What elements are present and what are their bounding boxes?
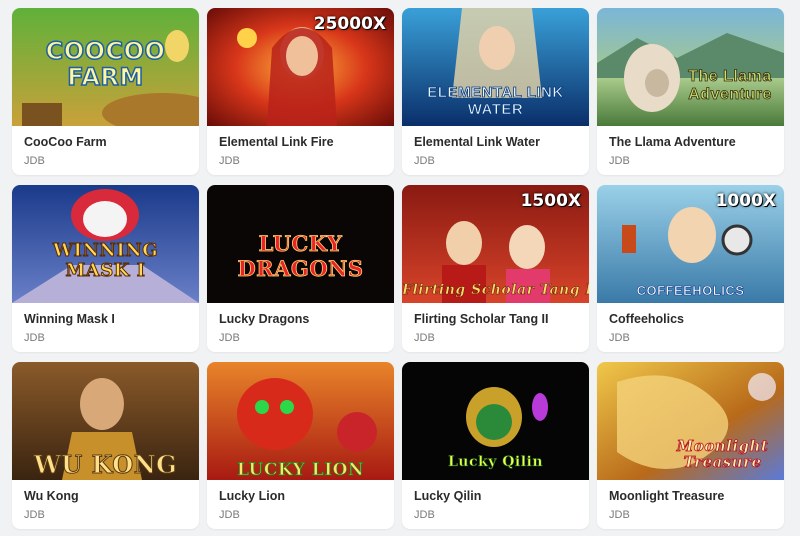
game-art-title: WU KONG <box>33 450 178 480</box>
game-name[interactable]: Winning Mask I <box>24 312 187 326</box>
game-card-the-llama-adventure[interactable]: The Llama Adventure The Llama Adventure … <box>597 8 784 175</box>
game-provider: JDB <box>24 509 45 521</box>
multiplier-badge: 1500X <box>520 191 581 211</box>
game-provider: JDB <box>414 155 435 167</box>
game-provider: JDB <box>219 332 240 344</box>
game-name[interactable]: Elemental Link Fire <box>219 135 382 149</box>
game-thumbnail[interactable]: Moonlight Treasure <box>597 362 784 480</box>
game-grid: COOCOO FARM CooCoo Farm JDB 25000X Eleme… <box>12 8 784 529</box>
game-art-title: Flirting Scholar Tang II <box>402 282 589 299</box>
game-provider: JDB <box>219 155 240 167</box>
game-name[interactable]: Coffeeholics <box>609 312 772 326</box>
game-thumbnail[interactable]: ELEMENTAL LINK WATER <box>402 8 589 126</box>
game-provider: JDB <box>414 509 435 521</box>
game-name[interactable]: Moonlight Treasure <box>609 489 772 503</box>
game-name[interactable]: CooCoo Farm <box>24 135 187 149</box>
game-art-title: LUCKY LION <box>236 460 364 480</box>
game-card-lucky-qilin[interactable]: Lucky Qilin Lucky Qilin JDB <box>402 362 589 529</box>
game-art-title: The Llama Adventure <box>688 68 772 104</box>
game-card-coffeeholics[interactable]: 1000X COFFEEHOLICS Coffeeholics JDB <box>597 185 784 352</box>
game-card-elemental-link-fire[interactable]: 25000X Elemental Link Fire JDB <box>207 8 394 175</box>
game-provider: JDB <box>24 155 45 167</box>
game-thumbnail[interactable]: 1500X Flirting Scholar Tang II <box>402 185 589 303</box>
game-card-lucky-dragons[interactable]: LUCKY DRAGONS Lucky Dragons JDB <box>207 185 394 352</box>
game-name[interactable]: Lucky Qilin <box>414 489 577 503</box>
game-card-lucky-lion[interactable]: LUCKY LION Lucky Lion JDB <box>207 362 394 529</box>
game-thumbnail[interactable]: WINNING MASK I <box>12 185 199 303</box>
game-art-title: ELEMENTAL LINK WATER <box>427 84 564 119</box>
game-card-moonlight-treasure[interactable]: Moonlight Treasure Moonlight Treasure JD… <box>597 362 784 529</box>
game-thumbnail[interactable]: WU KONG <box>12 362 199 480</box>
game-thumbnail[interactable]: COOCOO FARM <box>12 8 199 126</box>
game-provider: JDB <box>24 332 45 344</box>
game-provider: JDB <box>414 332 435 344</box>
game-provider: JDB <box>609 155 630 167</box>
game-name[interactable]: Elemental Link Water <box>414 135 577 149</box>
game-provider: JDB <box>609 509 630 521</box>
game-card-coocoo-farm[interactable]: COOCOO FARM CooCoo Farm JDB <box>12 8 199 175</box>
game-thumbnail[interactable]: LUCKY DRAGONS <box>207 185 394 303</box>
game-art-title: LUCKY DRAGONS <box>237 231 364 282</box>
game-thumbnail[interactable]: Lucky Qilin <box>402 362 589 480</box>
game-name[interactable]: Wu Kong <box>24 489 187 503</box>
game-artwork <box>597 8 784 126</box>
game-art-title: Moonlight Treasure <box>676 437 769 471</box>
game-thumbnail[interactable]: LUCKY LION <box>207 362 394 480</box>
multiplier-badge: 25000X <box>313 14 386 34</box>
multiplier-badge: 1000X <box>715 191 776 211</box>
game-name[interactable]: Lucky Lion <box>219 489 382 503</box>
game-provider: JDB <box>219 509 240 521</box>
game-card-wu-kong[interactable]: WU KONG Wu Kong JDB <box>12 362 199 529</box>
game-name[interactable]: Flirting Scholar Tang II <box>414 312 577 326</box>
game-thumbnail[interactable]: 1000X COFFEEHOLICS <box>597 185 784 303</box>
game-provider: JDB <box>609 332 630 344</box>
game-art-title: COOCOO FARM <box>45 37 166 91</box>
game-art-title: COFFEEHOLICS <box>636 283 745 299</box>
game-art-title: WINNING MASK I <box>52 240 159 281</box>
game-card-elemental-link-water[interactable]: ELEMENTAL LINK WATER Elemental Link Wate… <box>402 8 589 175</box>
game-name[interactable]: The Llama Adventure <box>609 135 772 149</box>
game-thumbnail[interactable]: The Llama Adventure <box>597 8 784 126</box>
game-thumbnail[interactable]: 25000X <box>207 8 394 126</box>
game-name[interactable]: Lucky Dragons <box>219 312 382 326</box>
game-art-title: Lucky Qilin <box>447 454 544 471</box>
game-card-winning-mask-i[interactable]: WINNING MASK I Winning Mask I JDB <box>12 185 199 352</box>
game-card-flirting-scholar-tang-ii[interactable]: 1500X Flirting Scholar Tang II Flirting … <box>402 185 589 352</box>
